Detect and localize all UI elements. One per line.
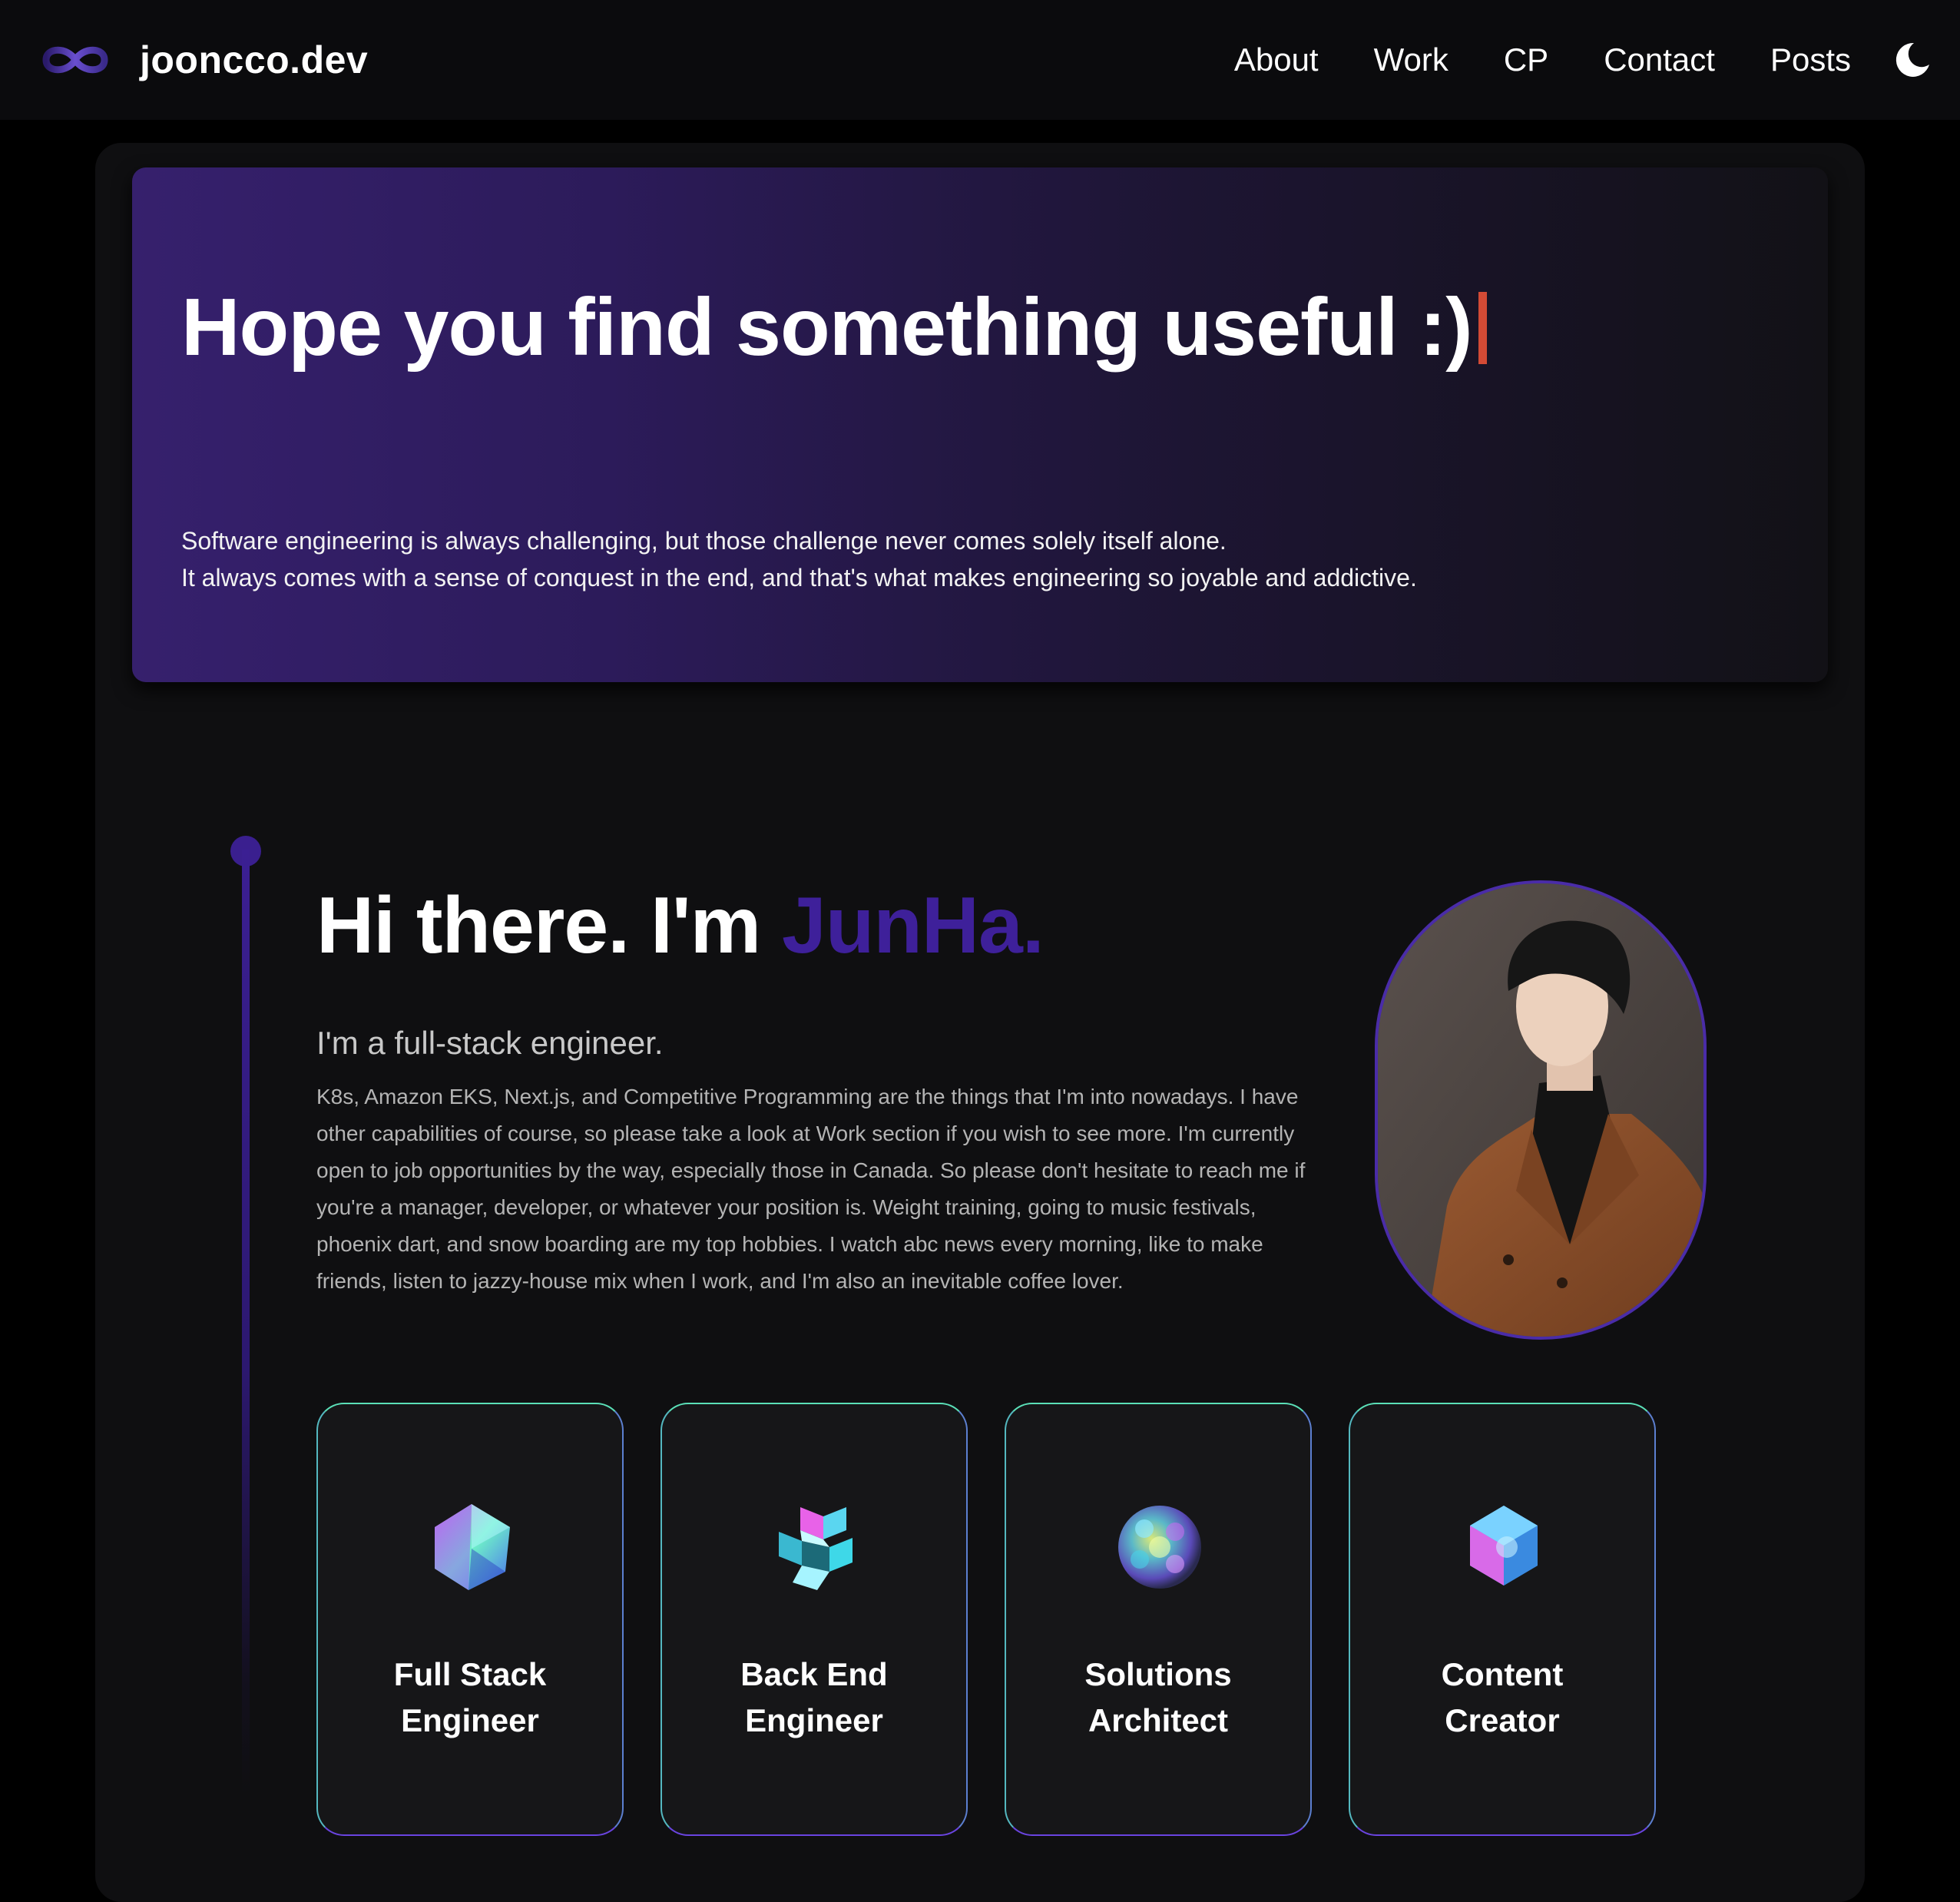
role-card-full-stack[interactable]: Full Stack Engineer bbox=[316, 1403, 624, 1836]
hero-title-text: Hope you find something useful :) bbox=[181, 282, 1473, 373]
profile-photo bbox=[1375, 880, 1707, 1340]
hexagon-icon bbox=[1470, 1506, 1538, 1586]
portrait-illustration bbox=[1378, 883, 1703, 1337]
sphere-icon bbox=[1118, 1506, 1201, 1589]
nav-item-work[interactable]: Work bbox=[1374, 41, 1448, 78]
nav-item-cp[interactable]: CP bbox=[1504, 41, 1548, 78]
crystal-icon bbox=[435, 1504, 510, 1590]
hero-banner: Hope you find something useful :) Softwa… bbox=[132, 167, 1828, 682]
nav-item-contact[interactable]: Contact bbox=[1604, 41, 1715, 78]
role-label-line2: Engineer bbox=[745, 1702, 883, 1738]
role-label: Solutions Architect bbox=[1006, 1652, 1310, 1744]
role-label-line2: Creator bbox=[1445, 1702, 1560, 1738]
role-label-line2: Engineer bbox=[401, 1702, 539, 1738]
hero-body: Software engineering is always challengi… bbox=[181, 522, 1717, 596]
infinity-logo-icon bbox=[42, 46, 108, 74]
nav-item-posts[interactable]: Posts bbox=[1770, 41, 1851, 78]
hero-title: Hope you find something useful :) bbox=[181, 281, 1487, 374]
role-label-line1: Solutions bbox=[1084, 1656, 1232, 1692]
role-label-line1: Content bbox=[1441, 1656, 1564, 1692]
intro-heading: Hi there. I'm JunHa. bbox=[316, 880, 1045, 972]
intro-name: JunHa. bbox=[782, 881, 1045, 970]
typing-caret bbox=[1478, 291, 1487, 364]
intro-bio: K8s, Amazon EKS, Next.js, and Competitiv… bbox=[316, 1085, 1306, 1293]
role-label-line2: Architect bbox=[1088, 1702, 1229, 1738]
intro-greeting: Hi there. I'm bbox=[316, 881, 782, 970]
role-label: Content Creator bbox=[1350, 1652, 1654, 1744]
brand-name: jooncco.dev bbox=[140, 38, 369, 81]
role-label-line1: Back End bbox=[740, 1656, 888, 1692]
cube-cluster-icon bbox=[779, 1507, 853, 1590]
role-card-content-creator[interactable]: Content Creator bbox=[1349, 1403, 1656, 1836]
role-cards: Full Stack Engineer Back End Engineer So… bbox=[316, 1403, 1656, 1836]
main-panel: Hope you find something useful :) Softwa… bbox=[95, 143, 1865, 1902]
intro-subtitle: I'm a full-stack engineer. bbox=[316, 1025, 664, 1061]
main-menu: About Work CP Contact Posts bbox=[1234, 0, 1851, 120]
top-nav: jooncco.dev About Work CP Contact Posts bbox=[0, 0, 1960, 120]
role-card-solutions-architect[interactable]: Solutions Architect bbox=[1005, 1403, 1312, 1836]
hero-line-2: It always comes with a sense of conquest… bbox=[181, 564, 1417, 591]
moon-icon[interactable] bbox=[1891, 38, 1934, 81]
brand-link[interactable]: jooncco.dev bbox=[38, 0, 368, 120]
role-card-back-end[interactable]: Back End Engineer bbox=[661, 1403, 968, 1836]
role-label: Full Stack Engineer bbox=[318, 1652, 622, 1744]
role-label: Back End Engineer bbox=[662, 1652, 966, 1744]
hero-line-1: Software engineering is always challengi… bbox=[181, 527, 1227, 555]
role-label-line1: Full Stack bbox=[393, 1656, 547, 1692]
nav-item-about[interactable]: About bbox=[1234, 41, 1319, 78]
timeline-line bbox=[242, 850, 250, 1794]
